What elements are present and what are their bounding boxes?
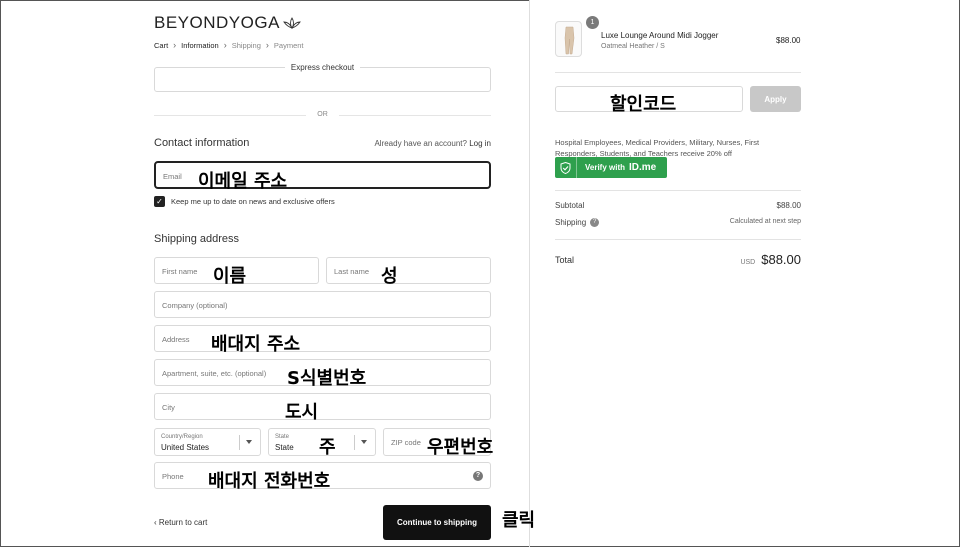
express-checkout-box[interactable]: Express checkout: [154, 63, 491, 92]
email-placeholder: Email: [163, 172, 182, 181]
state-value: State: [275, 443, 294, 452]
state-annotation: 주: [319, 437, 336, 458]
address-field[interactable]: Address 배대지 주소: [154, 325, 491, 355]
first-name-annotation: 이름: [213, 266, 247, 287]
product-name: Luxe Lounge Around Midi Jogger: [601, 31, 719, 40]
first-name-placeholder: First name: [162, 267, 198, 276]
chevron-down-icon: [361, 440, 367, 444]
shipping-row: Shipping? Calculated at next step: [555, 218, 801, 228]
zip-annotation: 우편번호: [427, 437, 494, 458]
verify-idme-button[interactable]: Verify with ID.me: [555, 157, 667, 178]
zip-placeholder: ZIP code: [391, 438, 421, 447]
checkbox-checked-icon[interactable]: ✓: [154, 196, 165, 207]
phone-annotation: 배대지 전화번호: [208, 471, 331, 492]
verify-label: Verify with: [585, 163, 626, 172]
chevron-right-icon: ›: [265, 40, 269, 50]
apartment-annotation: S식별번호: [287, 368, 367, 389]
shipping-value: Calculated at next step: [729, 218, 801, 225]
shipping-label: Shipping: [555, 218, 587, 227]
lotus-icon: [283, 17, 301, 29]
or-divider: OR: [154, 111, 491, 118]
return-to-cart-link[interactable]: ‹ Return to cart: [154, 518, 207, 527]
city-field[interactable]: City 도시: [154, 393, 491, 423]
help-icon[interactable]: ?: [473, 471, 483, 481]
last-name-annotation: 성: [381, 266, 398, 287]
apartment-placeholder: Apartment, suite, etc. (optional): [162, 369, 267, 378]
company-field[interactable]: Company (optional): [154, 291, 491, 318]
newsletter-label: Keep me up to date on news and exclusive…: [171, 197, 335, 206]
summary-divider: [555, 72, 801, 73]
shipping-title: Shipping address: [154, 233, 240, 245]
shield-check-icon: [555, 157, 577, 178]
last-name-field[interactable]: Last name 성: [326, 257, 491, 287]
zip-field[interactable]: ZIP code 우편번호: [383, 428, 494, 458]
apply-button[interactable]: Apply: [750, 86, 801, 112]
city-annotation: 도시: [285, 402, 319, 423]
chevron-down-icon: [246, 440, 252, 444]
jogger-image: [564, 26, 575, 55]
promo-text: Hospital Employees, Medical Providers, M…: [555, 138, 760, 158]
continue-to-shipping-button[interactable]: Continue to shipping: [383, 505, 491, 540]
subtotal-value: $88.00: [776, 201, 801, 210]
contact-title: Contact information: [154, 137, 250, 149]
breadcrumb: Cart › Information › Shipping › Payment: [154, 40, 304, 50]
phone-placeholder: Phone: [162, 472, 184, 481]
idme-logo: ID.me: [629, 162, 657, 173]
chevron-right-icon: ›: [173, 40, 177, 50]
select-separator: [354, 435, 355, 450]
breadcrumb-information: Information: [181, 40, 219, 50]
subtotal-row: Subtotal $88.00: [555, 201, 801, 210]
newsletter-row[interactable]: ✓ Keep me up to date on news and exclusi…: [154, 196, 335, 207]
express-checkout-label: Express checkout: [155, 63, 490, 72]
summary-divider: [555, 239, 801, 240]
summary-divider: [555, 190, 801, 191]
quantity-badge: 1: [586, 16, 599, 29]
discount-code-input[interactable]: 할인코드: [555, 86, 743, 115]
state-label: State: [275, 434, 290, 440]
login-link[interactable]: Log in: [469, 139, 491, 148]
breadcrumb-shipping: Shipping: [231, 40, 261, 50]
help-icon[interactable]: ?: [590, 218, 600, 228]
total-value: $88.00: [761, 252, 801, 267]
total-row: Total USD $88.00: [555, 252, 801, 267]
product-price: $88.00: [776, 36, 801, 45]
column-divider: [529, 0, 530, 547]
city-placeholder: City: [162, 403, 175, 412]
order-summary-panel: [530, 0, 959, 546]
address-annotation: 배대지 주소: [211, 334, 301, 355]
chevron-right-icon: ›: [223, 40, 227, 50]
address-placeholder: Address: [162, 335, 190, 344]
breadcrumb-payment: Payment: [273, 40, 304, 50]
product-thumbnail: [555, 21, 582, 57]
apartment-field[interactable]: Apartment, suite, etc. (optional) S식별번호: [154, 359, 491, 389]
email-field[interactable]: Email 이메일 주소: [154, 161, 491, 192]
country-value: United States: [161, 443, 210, 452]
company-placeholder: Company (optional): [162, 301, 228, 310]
last-name-placeholder: Last name: [334, 267, 370, 276]
first-name-field[interactable]: First name 이름: [154, 257, 319, 287]
product-variant: Oatmeal Heather / S: [601, 43, 665, 50]
select-separator: [239, 435, 240, 450]
brand-logo[interactable]: BEYONDYOGA: [154, 13, 301, 33]
email-annotation: 이메일 주소: [198, 171, 288, 192]
breadcrumb-cart[interactable]: Cart: [154, 41, 168, 50]
total-currency: USD: [740, 259, 756, 266]
login-prompt: Already have an account?: [374, 139, 467, 148]
discount-annotation: 할인코드: [610, 94, 677, 115]
country-label: Country/Region: [161, 434, 203, 440]
login-hint: Already have an account? Log in: [374, 139, 491, 148]
total-label: Total: [555, 254, 575, 265]
country-select[interactable]: Country/Region United States: [154, 428, 261, 456]
subtotal-label: Subtotal: [555, 201, 585, 210]
brand-logo-text: BEYONDYOGA: [154, 13, 280, 32]
phone-field[interactable]: Phone 배대지 전화번호 ?: [154, 462, 491, 492]
click-annotation: 클릭: [502, 510, 536, 531]
state-select[interactable]: State State 주: [268, 428, 376, 458]
